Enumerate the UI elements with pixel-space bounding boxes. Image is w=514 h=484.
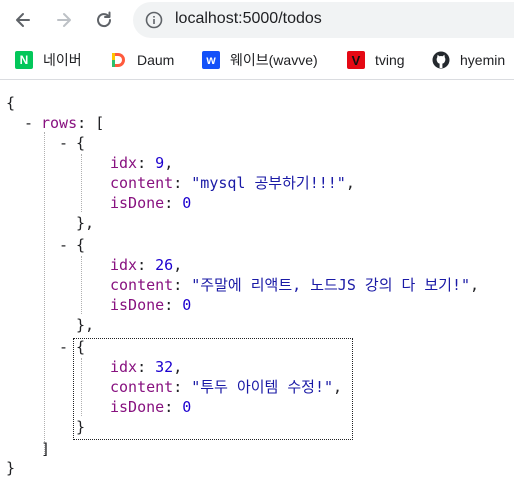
bookmark-label: 네이버: [43, 52, 82, 68]
indent-guide: [81, 154, 82, 212]
content-value: "투두 아이템 수정!": [191, 378, 334, 396]
url-text[interactable]: localhost:5000/todos: [175, 10, 322, 28]
back-arrow-icon: [16, 13, 30, 27]
field-idx: idx: 9,: [110, 154, 174, 172]
bookmark-label: Daum: [137, 52, 175, 68]
wavve-icon: w: [202, 51, 220, 69]
back-button[interactable]: [8, 5, 38, 35]
bookmark-wavve[interactable]: w 웨이브(wavve): [202, 50, 318, 70]
rows-collapse-toggle[interactable]: -: [24, 114, 33, 132]
field-content: content: "투두 아이템 수정!",: [110, 378, 343, 396]
rows-key-line: rows: [: [41, 114, 105, 132]
item-open-brace: {: [76, 134, 86, 152]
item-open-brace: {: [76, 338, 86, 356]
isdone-value: 0: [182, 194, 192, 212]
bookmark-daum[interactable]: Daum: [109, 50, 174, 70]
item-collapse-toggle[interactable]: -: [59, 338, 68, 356]
item-close-brace: }: [76, 418, 86, 436]
item-collapse-toggle[interactable]: -: [59, 134, 68, 152]
daum-icon: [109, 51, 127, 69]
item-open-brace: {: [76, 236, 86, 254]
github-icon: [432, 51, 450, 69]
bookmark-label: 웨이브(wavve): [230, 52, 318, 68]
bookmark-github[interactable]: hyemin: [432, 50, 505, 70]
indent-guide: [44, 132, 45, 454]
forward-arrow-icon: [57, 13, 71, 27]
idx-value: 32: [155, 358, 174, 376]
root-open-brace: {: [6, 94, 16, 112]
tving-icon: V: [347, 51, 365, 69]
rows-close-bracket: ]: [41, 440, 51, 458]
root-close-brace: }: [6, 459, 16, 477]
field-idx: idx: 32,: [110, 358, 183, 376]
address-bar[interactable]: localhost:5000/todos: [133, 2, 514, 38]
browser-toolbar: localhost:5000/todos: [0, 0, 514, 40]
isdone-value: 0: [182, 296, 192, 314]
content-value: "주말에 리액트, 노드JS 강의 다 보기!": [191, 276, 471, 294]
field-content: content: "mysql 공부하기!!!",: [110, 174, 355, 192]
reload-icon: [97, 11, 112, 28]
idx-value: 26: [155, 256, 174, 274]
json-viewer: { - rows: [ - { idx: 9, content: "mysql …: [0, 82, 514, 484]
item-close-brace: },: [76, 214, 95, 232]
info-icon[interactable]: [145, 11, 163, 29]
bookmark-label: tving: [375, 52, 405, 68]
field-isdone: isDone: 0: [110, 398, 192, 416]
naver-icon: N: [15, 51, 33, 69]
field-content: content: "주말에 리액트, 노드JS 강의 다 보기!",: [110, 276, 480, 294]
item-close-brace: },: [76, 316, 95, 334]
reload-button[interactable]: [89, 5, 119, 35]
item-collapse-toggle[interactable]: -: [59, 236, 68, 254]
indent-guide: [81, 256, 82, 314]
content-value: "mysql 공부하기!!!": [191, 174, 346, 192]
bookmarks-bar: N 네이버 Daum w 웨이브(wavve) V tving hyemin: [0, 40, 514, 80]
bookmark-label: hyemin: [460, 52, 506, 68]
idx-value: 9: [155, 154, 165, 172]
rows-key: rows: [41, 114, 78, 132]
field-idx: idx: 26,: [110, 256, 183, 274]
field-isdone: isDone: 0: [110, 194, 192, 212]
bookmark-tving[interactable]: V tving: [347, 50, 405, 70]
isdone-value: 0: [182, 398, 192, 416]
forward-button[interactable]: [49, 5, 79, 35]
field-isdone: isDone: 0: [110, 296, 192, 314]
bookmark-naver[interactable]: N 네이버: [15, 50, 82, 70]
